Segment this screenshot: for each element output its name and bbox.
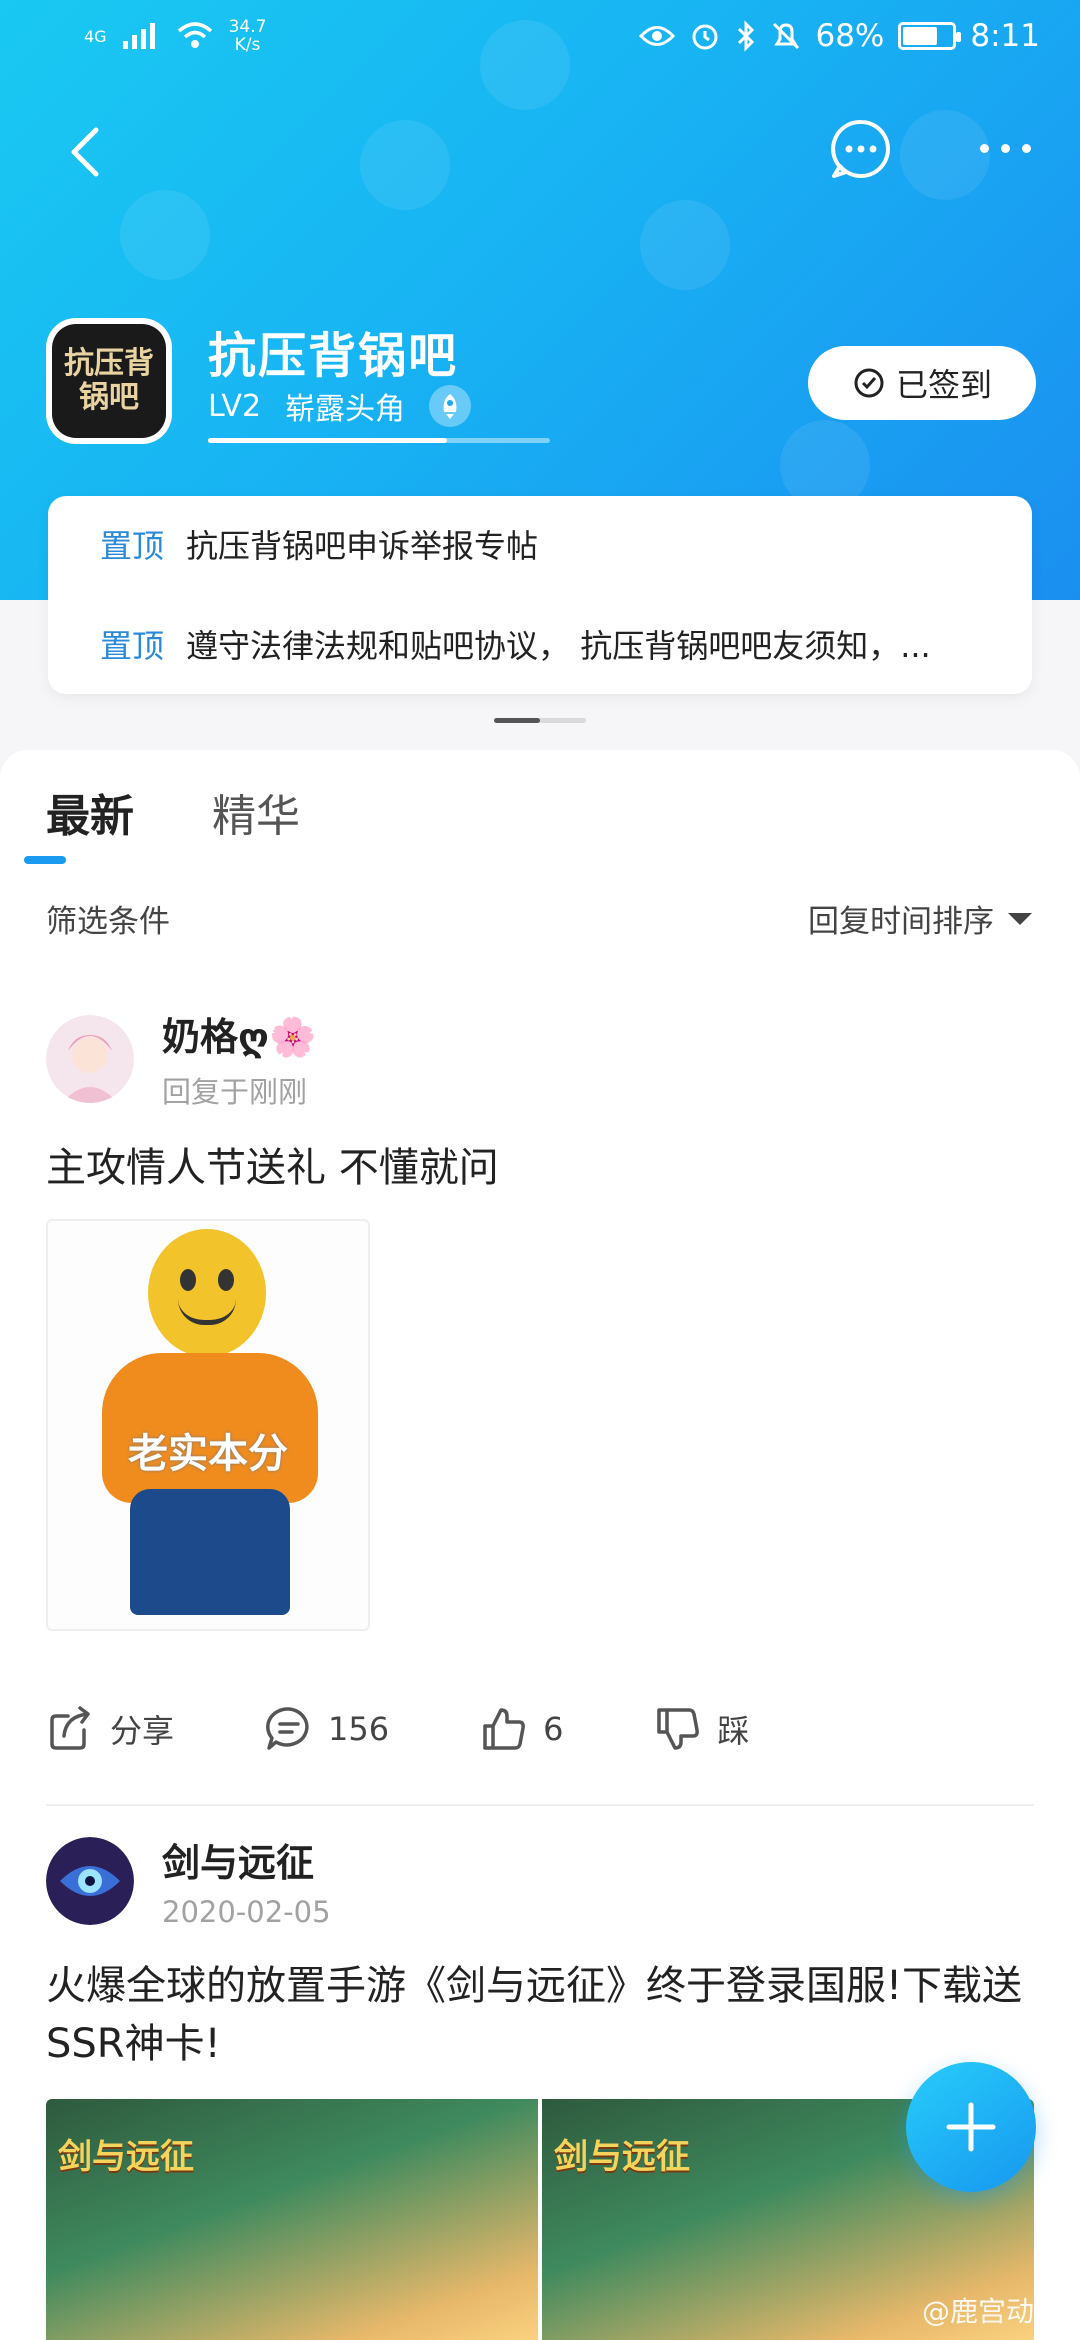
tab-featured[interactable]: 精华 xyxy=(212,780,300,844)
tab-indicator xyxy=(24,856,66,864)
wifi-icon xyxy=(177,22,212,48)
thumbs-down-icon xyxy=(657,1708,700,1750)
net-speed-value: 34.7 xyxy=(228,17,267,37)
divider xyxy=(46,1804,1034,1806)
share-button[interactable]: 分享 xyxy=(46,1704,174,1754)
battery-icon xyxy=(898,22,962,50)
level-title: 崭露头角 xyxy=(285,392,406,427)
rocket-icon xyxy=(429,385,472,427)
banner-logo: 剑与远征 xyxy=(58,2137,194,2177)
pinned-tag: 置顶 xyxy=(100,627,165,665)
pinned-title: 抗压背锅吧申诉举报专帖 xyxy=(186,527,539,565)
user-avatar[interactable] xyxy=(46,1014,134,1103)
forum-level[interactable]: LV2 崭露头角 xyxy=(208,384,472,428)
signal-icon xyxy=(122,23,155,49)
page-indicator xyxy=(494,718,586,723)
dislike-label: 踩 xyxy=(717,1712,750,1750)
post-card[interactable]: 剑与远征 2020-02-05 火爆全球的放置手游《剑与远征》终于登录国服!下载… xyxy=(46,1832,1034,2340)
bluetooth-icon xyxy=(738,20,755,52)
banner-image: 剑与远征 xyxy=(46,2099,538,2340)
plus-icon xyxy=(946,2102,996,2152)
net-speed-unit: K/s xyxy=(234,35,261,55)
forum-avatar-text: 抗压背锅吧 xyxy=(52,324,166,438)
thumbs-up-icon xyxy=(483,1708,525,1750)
username[interactable]: 剑与远征 xyxy=(162,1832,331,1887)
feed-tabs: 最新 精华 xyxy=(46,780,300,844)
like-button[interactable]: 6 xyxy=(479,1704,563,1754)
battery-percent: 68% xyxy=(815,18,885,54)
watermark-text: @鹿宫动漫 xyxy=(921,2295,1062,2328)
more-icon[interactable] xyxy=(980,136,1040,160)
banner-logo: 剑与远征 xyxy=(554,2137,690,2177)
signed-label: 已签到 xyxy=(895,366,992,404)
alarm-icon xyxy=(692,24,718,50)
message-icon[interactable] xyxy=(828,116,894,182)
post-card[interactable]: 奶格ღ🌸 回复于刚刚 主攻情人节送礼 不懂就问 老实本分 xyxy=(46,922,1034,1631)
post-actions: 分享 156 6 踩 xyxy=(46,1704,1034,1754)
share-label: 分享 xyxy=(110,1712,175,1750)
pinned-tag: 置顶 xyxy=(100,527,165,565)
pinned-post[interactable]: 置顶 抗压背锅吧申诉举报专帖 xyxy=(100,514,966,574)
forum-name: 抗压背锅吧 xyxy=(208,328,459,384)
level-badge: LV2 xyxy=(208,388,262,424)
comment-button[interactable]: 156 xyxy=(264,1704,389,1754)
network-label: 4G xyxy=(84,26,107,46)
signed-in-button[interactable]: 已签到 xyxy=(808,346,1036,420)
header-pattern xyxy=(120,190,210,280)
dislike-button[interactable]: 踩 xyxy=(653,1704,749,1754)
comment-count: 156 xyxy=(328,1710,390,1748)
post-date: 2020-02-05 xyxy=(162,1895,331,1929)
like-count: 6 xyxy=(543,1710,564,1748)
eye-icon xyxy=(639,26,676,46)
new-post-button[interactable] xyxy=(906,2062,1036,2192)
net-speed: 34.7 K/s xyxy=(229,18,267,54)
share-icon xyxy=(50,1706,90,1750)
pinned-post[interactable]: 置顶 遵守法律法规和贴吧协议， 抗压背锅吧吧友须知，... xyxy=(100,614,966,674)
tab-latest[interactable]: 最新 xyxy=(46,780,134,844)
comment-icon xyxy=(266,1707,309,1750)
level-progress-bar xyxy=(208,438,550,443)
username[interactable]: 奶格ღ🌸 xyxy=(162,1006,316,1061)
header-pattern xyxy=(640,200,730,290)
pinned-posts-card: 置顶 抗压背锅吧申诉举报专帖 置顶 遵守法律法规和贴吧协议， 抗压背锅吧吧友须知… xyxy=(48,496,1032,694)
reply-time: 回复于刚刚 xyxy=(162,1075,308,1109)
sign-icon xyxy=(854,368,884,398)
watermark: @鹿宫动漫 xyxy=(922,2290,1062,2330)
forum-page: 4G 34.7 K/s 68% 8:11 抗压背锅吧 抗压背锅吧 LV2 崭露头… xyxy=(0,0,1080,2340)
image-caption: 老实本分 xyxy=(128,1431,288,1477)
mute-icon xyxy=(773,22,800,50)
back-icon[interactable] xyxy=(60,122,120,182)
top-nav xyxy=(0,110,1080,190)
clock: 8:11 xyxy=(970,18,1040,54)
post-image[interactable]: 老实本分 xyxy=(46,1219,370,1631)
forum-avatar[interactable]: 抗压背锅吧 xyxy=(46,318,172,444)
user-avatar[interactable] xyxy=(46,1836,134,1925)
post-image-banner[interactable]: 剑与远征 剑与远征 xyxy=(46,2099,1034,2340)
status-bar: 4G 34.7 K/s 68% 8:11 xyxy=(0,0,1080,76)
post-title[interactable]: 主攻情人节送礼 不懂就问 xyxy=(46,1139,1034,1197)
post-header: 剑与远征 2020-02-05 xyxy=(46,1832,1034,1929)
post-title[interactable]: 火爆全球的放置手游《剑与远征》终于登录国服!下载送SSR神卡! xyxy=(46,1957,1034,2073)
pinned-title: 遵守法律法规和贴吧协议， 抗压背锅吧吧友须知，... xyxy=(186,627,931,665)
post-header: 奶格ღ🌸 回复于刚刚 xyxy=(46,1006,1034,1111)
